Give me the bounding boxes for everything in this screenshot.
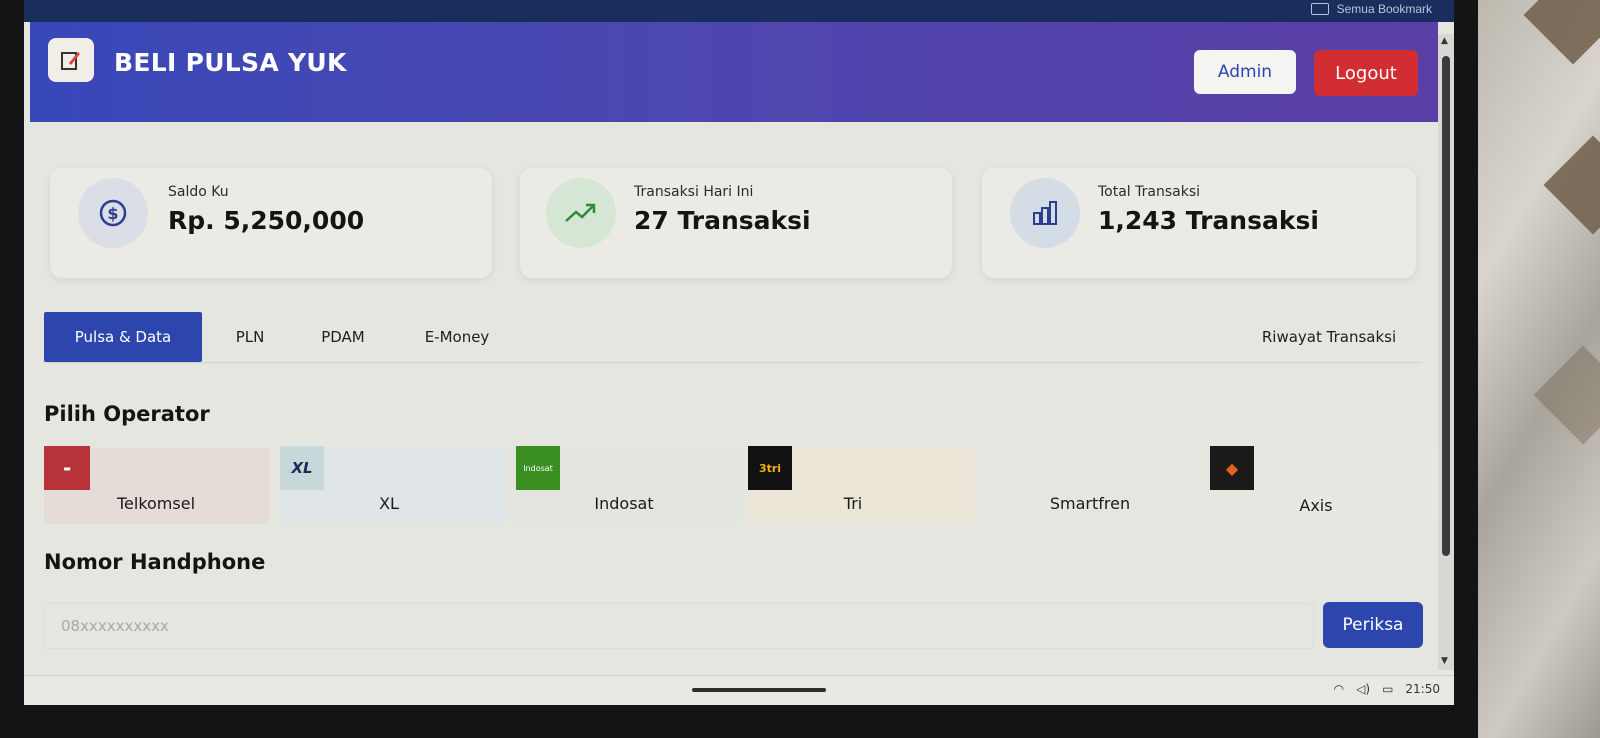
stat-value: 27 Transaksi: [634, 206, 811, 235]
scrollbar-thumb[interactable]: [1442, 56, 1450, 556]
tab-pulsa-data[interactable]: Pulsa & Data: [44, 312, 202, 362]
tab-pdam[interactable]: PDAM: [300, 312, 386, 362]
scroll-up-arrow-icon[interactable]: ▲: [1441, 36, 1448, 46]
operator-tri[interactable]: 3tri Tri: [748, 446, 974, 524]
service-tabs: Pulsa & Data PLN PDAM E-Money Riwayat Tr…: [44, 312, 1422, 364]
stat-value: 1,243 Transaksi: [1098, 206, 1319, 235]
logout-button[interactable]: Logout: [1314, 50, 1418, 96]
floor-tile: [1533, 345, 1600, 445]
clock: 21:50: [1405, 682, 1440, 696]
tablet-screen: Semua Bookmark BELI PULSA YUK Admin Logo…: [24, 0, 1454, 705]
wifi-icon: ◠: [1333, 682, 1345, 696]
status-icons: ◠ ◁) ▭ 21:50: [1334, 682, 1440, 696]
operator-name: Telkomsel: [116, 494, 196, 513]
stat-card-balance: $ Saldo Ku Rp. 5,250,000: [50, 168, 492, 278]
scroll-down-arrow-icon[interactable]: ▼: [1441, 656, 1448, 666]
operator-name: Smartfren: [1049, 494, 1131, 513]
home-gesture-bar[interactable]: [692, 688, 826, 692]
floor-tile: [1543, 135, 1600, 235]
operator-name: Axis: [1299, 496, 1333, 515]
stat-label: Saldo Ku: [168, 184, 229, 200]
bar-chart-icon: [1010, 178, 1080, 248]
axis-logo: ◆: [1210, 446, 1254, 490]
telkomsel-logo: ▬: [44, 446, 90, 490]
page-scrollbar[interactable]: ▲ ▼: [1438, 34, 1454, 670]
android-system-bar: ◠ ◁) ▭ 21:50: [24, 675, 1454, 705]
admin-button[interactable]: Admin: [1194, 50, 1296, 94]
stat-value: Rp. 5,250,000: [168, 206, 365, 235]
operator-name: Tri: [843, 494, 863, 513]
app-header: BELI PULSA YUK Admin Logout: [30, 22, 1438, 122]
stat-label: Total Transaksi: [1098, 184, 1201, 200]
operator-axis[interactable]: ◆ Axis: [1210, 446, 1436, 524]
svg-text:$: $: [107, 204, 118, 223]
battery-icon: ▭: [1382, 682, 1394, 696]
operator-indosat[interactable]: Indosat Indosat: [514, 446, 740, 524]
operator-name: Indosat: [594, 494, 654, 513]
all-bookmarks-link[interactable]: Semua Bookmark: [1310, 2, 1432, 16]
indosat-logo: Indosat: [516, 446, 560, 490]
edit-icon: [61, 52, 80, 70]
operator-telkomsel[interactable]: ▬ Telkomsel: [44, 446, 270, 524]
xl-logo: XL: [280, 446, 324, 490]
floor-tile: [1523, 0, 1600, 65]
operator-smartfren[interactable]: Smartfren: [980, 448, 1206, 524]
operator-name: XL: [379, 494, 399, 513]
dollar-icon: $: [78, 178, 148, 248]
folder-icon: [1310, 3, 1329, 15]
stat-label: Transaksi Hari Ini: [634, 184, 754, 200]
app-logo[interactable]: [48, 38, 94, 82]
stat-card-today-transactions: Transaksi Hari Ini 27 Transaksi: [520, 168, 952, 278]
phone-number-input[interactable]: [44, 603, 1314, 649]
operator-xl[interactable]: XL XL: [280, 446, 506, 524]
phone-section-title: Nomor Handphone: [44, 550, 266, 574]
tri-logo: 3tri: [748, 446, 792, 490]
all-bookmarks-label: Semua Bookmark: [1336, 2, 1432, 16]
check-button[interactable]: Periksa: [1323, 602, 1423, 648]
tab-pln[interactable]: PLN: [220, 312, 280, 362]
tabs-divider: [44, 362, 1422, 363]
volume-icon: ◁): [1356, 682, 1371, 696]
tab-transaction-history[interactable]: Riwayat Transaksi: [1244, 312, 1414, 362]
background-floor: [1478, 0, 1600, 738]
app-title: BELI PULSA YUK: [114, 48, 347, 77]
operator-section-title: Pilih Operator: [44, 402, 210, 426]
stat-card-total-transactions: Total Transaksi 1,243 Transaksi: [982, 168, 1416, 278]
trending-up-icon: [546, 178, 616, 248]
tab-emoney[interactable]: E-Money: [404, 312, 510, 362]
browser-bookmarks-bar: Semua Bookmark: [24, 0, 1454, 22]
